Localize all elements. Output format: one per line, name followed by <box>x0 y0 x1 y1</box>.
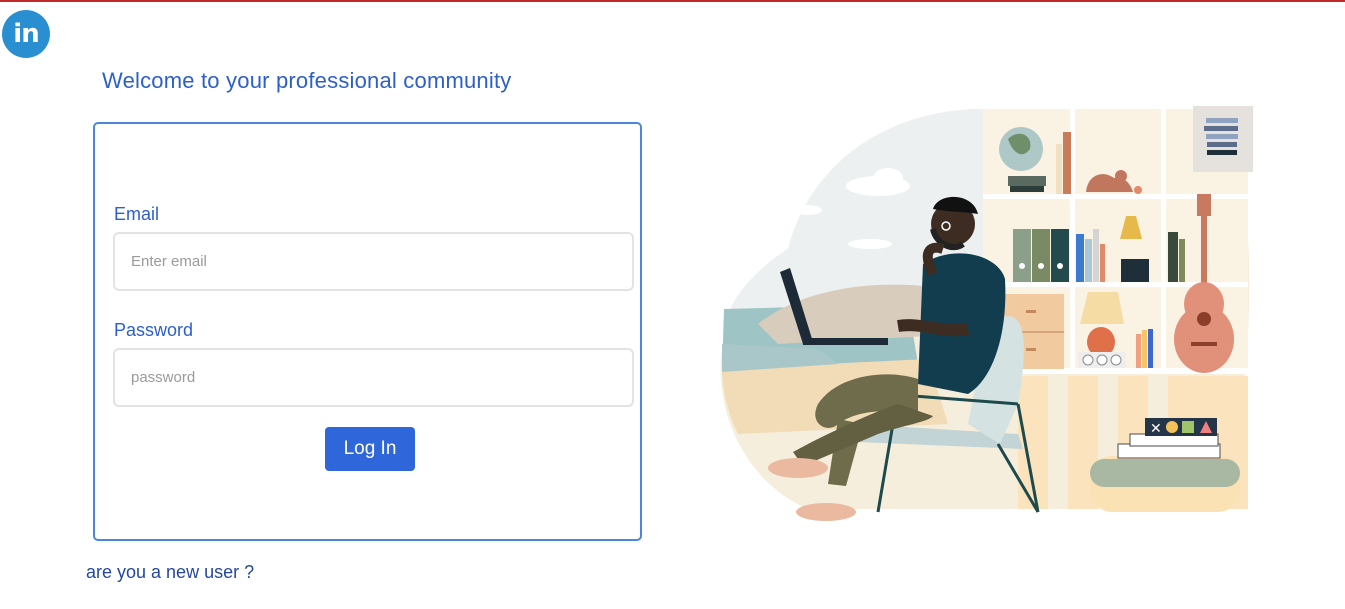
email-label: Email <box>114 204 160 224</box>
new-user-link[interactable]: are you a new user ? <box>86 562 254 583</box>
page-heading: Welcome to your professional community <box>102 68 512 93</box>
top-border-line <box>0 0 1345 2</box>
svg-text:✕: ✕ <box>1150 421 1162 437</box>
hero-illustration: ✕ <box>718 104 1258 528</box>
password-label: Password <box>114 320 194 340</box>
login-button[interactable]: Log In <box>325 427 415 471</box>
linkedin-logo-icon[interactable]: in <box>2 10 50 58</box>
email-field[interactable] <box>113 232 634 291</box>
password-field[interactable] <box>113 348 634 407</box>
login-card: Email Password Log In <box>93 122 642 541</box>
